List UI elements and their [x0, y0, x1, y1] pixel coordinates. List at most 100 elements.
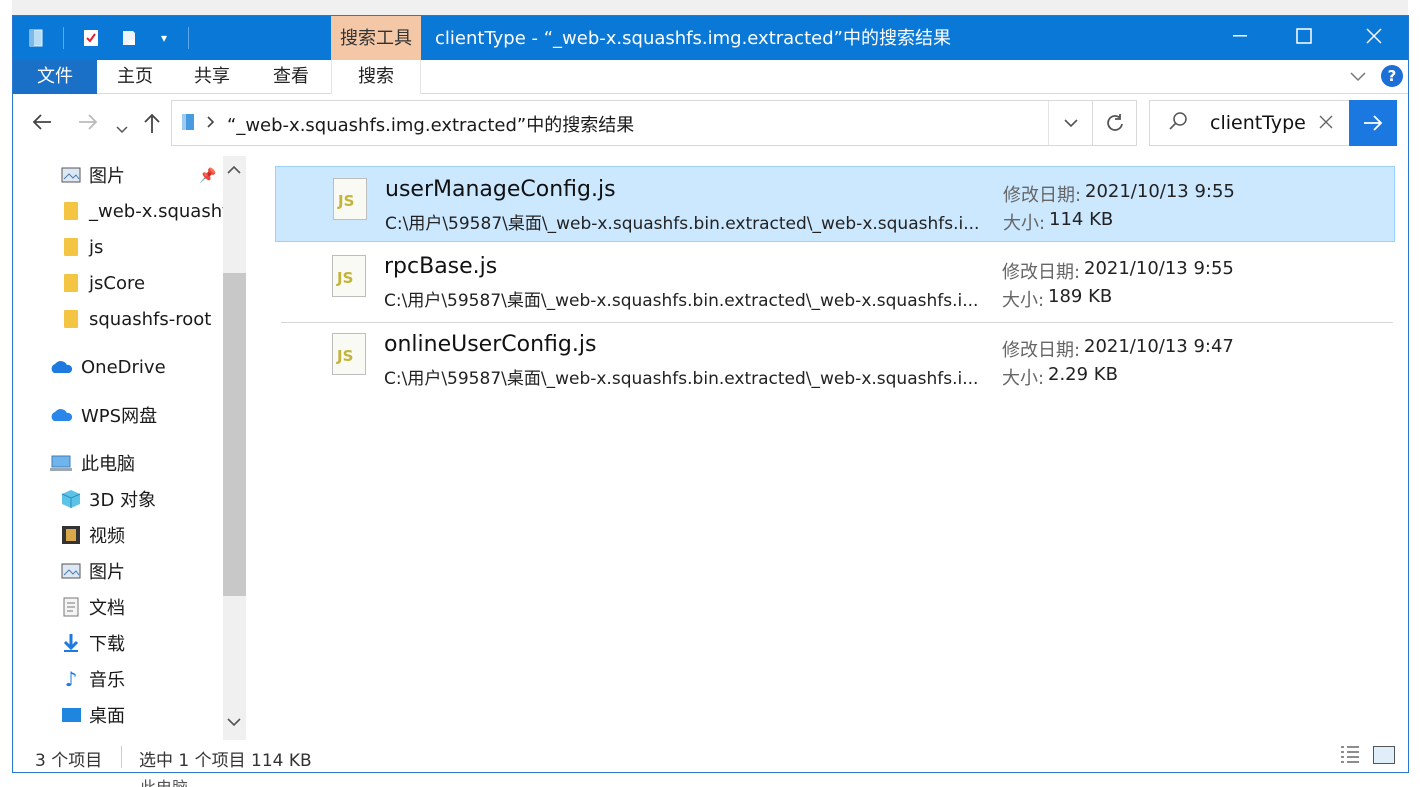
sidebar-item-documents[interactable]: 文档 — [61, 592, 125, 622]
search-location-icon — [180, 112, 196, 137]
result-item[interactable]: JS onlineUserConfig.js C:\用户\59587\桌面\_w… — [275, 322, 1395, 398]
size-value: 189 KB — [1048, 286, 1113, 307]
customize-qat-icon[interactable]: ▾ — [156, 26, 172, 50]
sidebar-item-pictures[interactable]: 图片 — [61, 556, 125, 586]
search-results-pane: JS userManageConfig.js C:\用户\59587\桌面\_w… — [247, 156, 1408, 740]
sidebar-item-wps[interactable]: WPS网盘 — [49, 400, 157, 430]
search-box[interactable] — [1149, 100, 1397, 146]
sidebar-item-label: 桌面 — [89, 706, 125, 727]
modified-date-label: 修改日期: — [1002, 262, 1081, 283]
quick-access-toolbar: ▾ — [25, 24, 189, 52]
sidebar-item-label: 视频 — [89, 526, 125, 547]
js-file-icon: JS — [332, 333, 366, 375]
search-input[interactable] — [1210, 112, 1310, 134]
pictures-icon — [61, 165, 81, 185]
sidebar-item-label: WPS网盘 — [81, 406, 158, 427]
large-icons-view-icon[interactable] — [1373, 746, 1395, 764]
sidebar-item-this-pc[interactable]: 此电脑 — [49, 448, 135, 478]
cloud-icon — [49, 357, 73, 377]
pin-icon: 📌 — [199, 168, 217, 184]
size-label: 大小: — [1003, 213, 1046, 234]
sidebar-item-label: OneDrive — [81, 356, 166, 378]
minimize-button[interactable] — [1205, 16, 1275, 56]
explorer-window: ▾ 搜索工具 clientType - “_web-x.squashfs.img… — [12, 15, 1409, 773]
navigation-pane: 图片 📌 _web-x.squashf js jsCore squashfs-r… — [13, 156, 246, 740]
search-go-button[interactable] — [1349, 100, 1397, 146]
help-button[interactable]: ? — [1381, 65, 1403, 87]
sidebar-item-music[interactable]: ♪ 音乐 — [61, 664, 125, 694]
result-item[interactable]: JS rpcBase.js C:\用户\59587\桌面\_web-x.squa… — [275, 244, 1395, 320]
close-button[interactable] — [1339, 16, 1408, 56]
back-button[interactable] — [31, 112, 53, 138]
refresh-button[interactable] — [1092, 101, 1136, 145]
properties-icon[interactable] — [80, 26, 102, 50]
size-label: 大小: — [1002, 368, 1045, 389]
tab-home[interactable]: 主页 — [97, 60, 173, 94]
tab-view[interactable]: 查看 — [251, 60, 331, 94]
new-folder-icon[interactable] — [118, 26, 140, 50]
file-name: rpcBase.js — [384, 254, 498, 279]
up-button[interactable] — [143, 112, 161, 140]
scroll-up-icon[interactable] — [227, 160, 241, 179]
qat-separator — [188, 27, 189, 49]
scroll-down-icon[interactable] — [227, 712, 241, 731]
sidebar-item-desktop[interactable]: 桌面 — [61, 700, 125, 730]
background-left — [0, 0, 12, 787]
result-item[interactable]: JS userManageConfig.js C:\用户\59587\桌面\_w… — [275, 166, 1395, 242]
folder-icon — [61, 309, 81, 329]
recent-locations-chevron-icon[interactable] — [116, 116, 128, 141]
modified-date-value: 2021/10/13 9:47 — [1084, 336, 1234, 357]
sidebar-item-label: 图片 — [89, 166, 125, 187]
maximize-button[interactable] — [1269, 16, 1339, 56]
tab-search[interactable]: 搜索 — [331, 60, 421, 94]
breadcrumb[interactable]: “_web-x.squashfs.img.extracted”中的搜索结果 — [227, 111, 634, 137]
sidebar-item-jscore[interactable]: jsCore — [61, 268, 145, 298]
sidebar-item-label: 下载 — [89, 634, 125, 655]
sidebar-item-label: 此电脑 — [81, 454, 135, 475]
forward-button[interactable] — [77, 112, 99, 138]
address-bar[interactable]: “_web-x.squashfs.img.extracted”中的搜索结果 — [171, 100, 1137, 146]
scrollbar-thumb[interactable] — [223, 273, 246, 596]
sidebar-item-js[interactable]: js — [61, 232, 103, 262]
search-tools-context-tab: 搜索工具 — [331, 16, 421, 60]
qat-separator — [63, 27, 64, 49]
clear-search-icon[interactable] — [1318, 111, 1334, 135]
sidebar-item-web-x-squashfs[interactable]: _web-x.squashf — [61, 196, 228, 226]
search-icon — [1168, 111, 1188, 136]
folder-icon — [61, 201, 81, 221]
sidebar-item-pictures-pinned[interactable]: 图片 — [61, 160, 125, 190]
wps-cloud-icon — [49, 405, 73, 425]
tab-file[interactable]: 文件 — [13, 60, 97, 94]
modified-date-value: 2021/10/13 9:55 — [1085, 181, 1235, 202]
details-view-icon[interactable] — [1339, 744, 1361, 768]
sidebar-item-label: jsCore — [89, 272, 146, 294]
size-value: 2.29 KB — [1048, 364, 1118, 385]
sidebar-item-videos[interactable]: 视频 — [61, 520, 125, 550]
breadcrumb-chevron-icon[interactable] — [206, 113, 216, 134]
sidebar-item-3d-objects[interactable]: 3D 对象 — [61, 484, 156, 514]
js-file-icon: JS — [333, 178, 367, 220]
modified-date-value: 2021/10/13 9:55 — [1084, 258, 1234, 279]
navigation-pane-scrollbar[interactable] — [223, 156, 246, 740]
downloads-icon — [61, 633, 81, 653]
sidebar-item-onedrive[interactable]: OneDrive — [49, 352, 166, 382]
tab-share[interactable]: 共享 — [173, 60, 251, 94]
size-label: 大小: — [1002, 290, 1045, 311]
expand-ribbon-icon[interactable] — [1349, 68, 1367, 87]
music-icon: ♪ — [64, 667, 78, 691]
file-name: userManageConfig.js — [385, 177, 616, 202]
modified-date-label: 修改日期: — [1003, 185, 1082, 206]
file-path: C:\用户\59587\桌面\_web-x.squashfs.bin.extra… — [384, 369, 979, 389]
documents-icon — [61, 597, 81, 617]
background-ghost-label: 此电脑 — [140, 774, 188, 787]
sidebar-item-label: 文档 — [89, 598, 125, 619]
desktop-icon — [61, 705, 81, 725]
address-history-dropdown[interactable] — [1048, 101, 1092, 145]
sidebar-item-downloads[interactable]: 下载 — [61, 628, 125, 658]
sidebar-item-label: js — [89, 236, 104, 258]
modified-date-label: 修改日期: — [1002, 340, 1081, 361]
sidebar-item-squashfs-root[interactable]: squashfs-root — [61, 304, 211, 334]
size-value: 114 KB — [1049, 209, 1114, 230]
window-title: clientType - “_web-x.squashfs.img.extrac… — [435, 28, 951, 49]
folder-icon — [61, 237, 81, 257]
